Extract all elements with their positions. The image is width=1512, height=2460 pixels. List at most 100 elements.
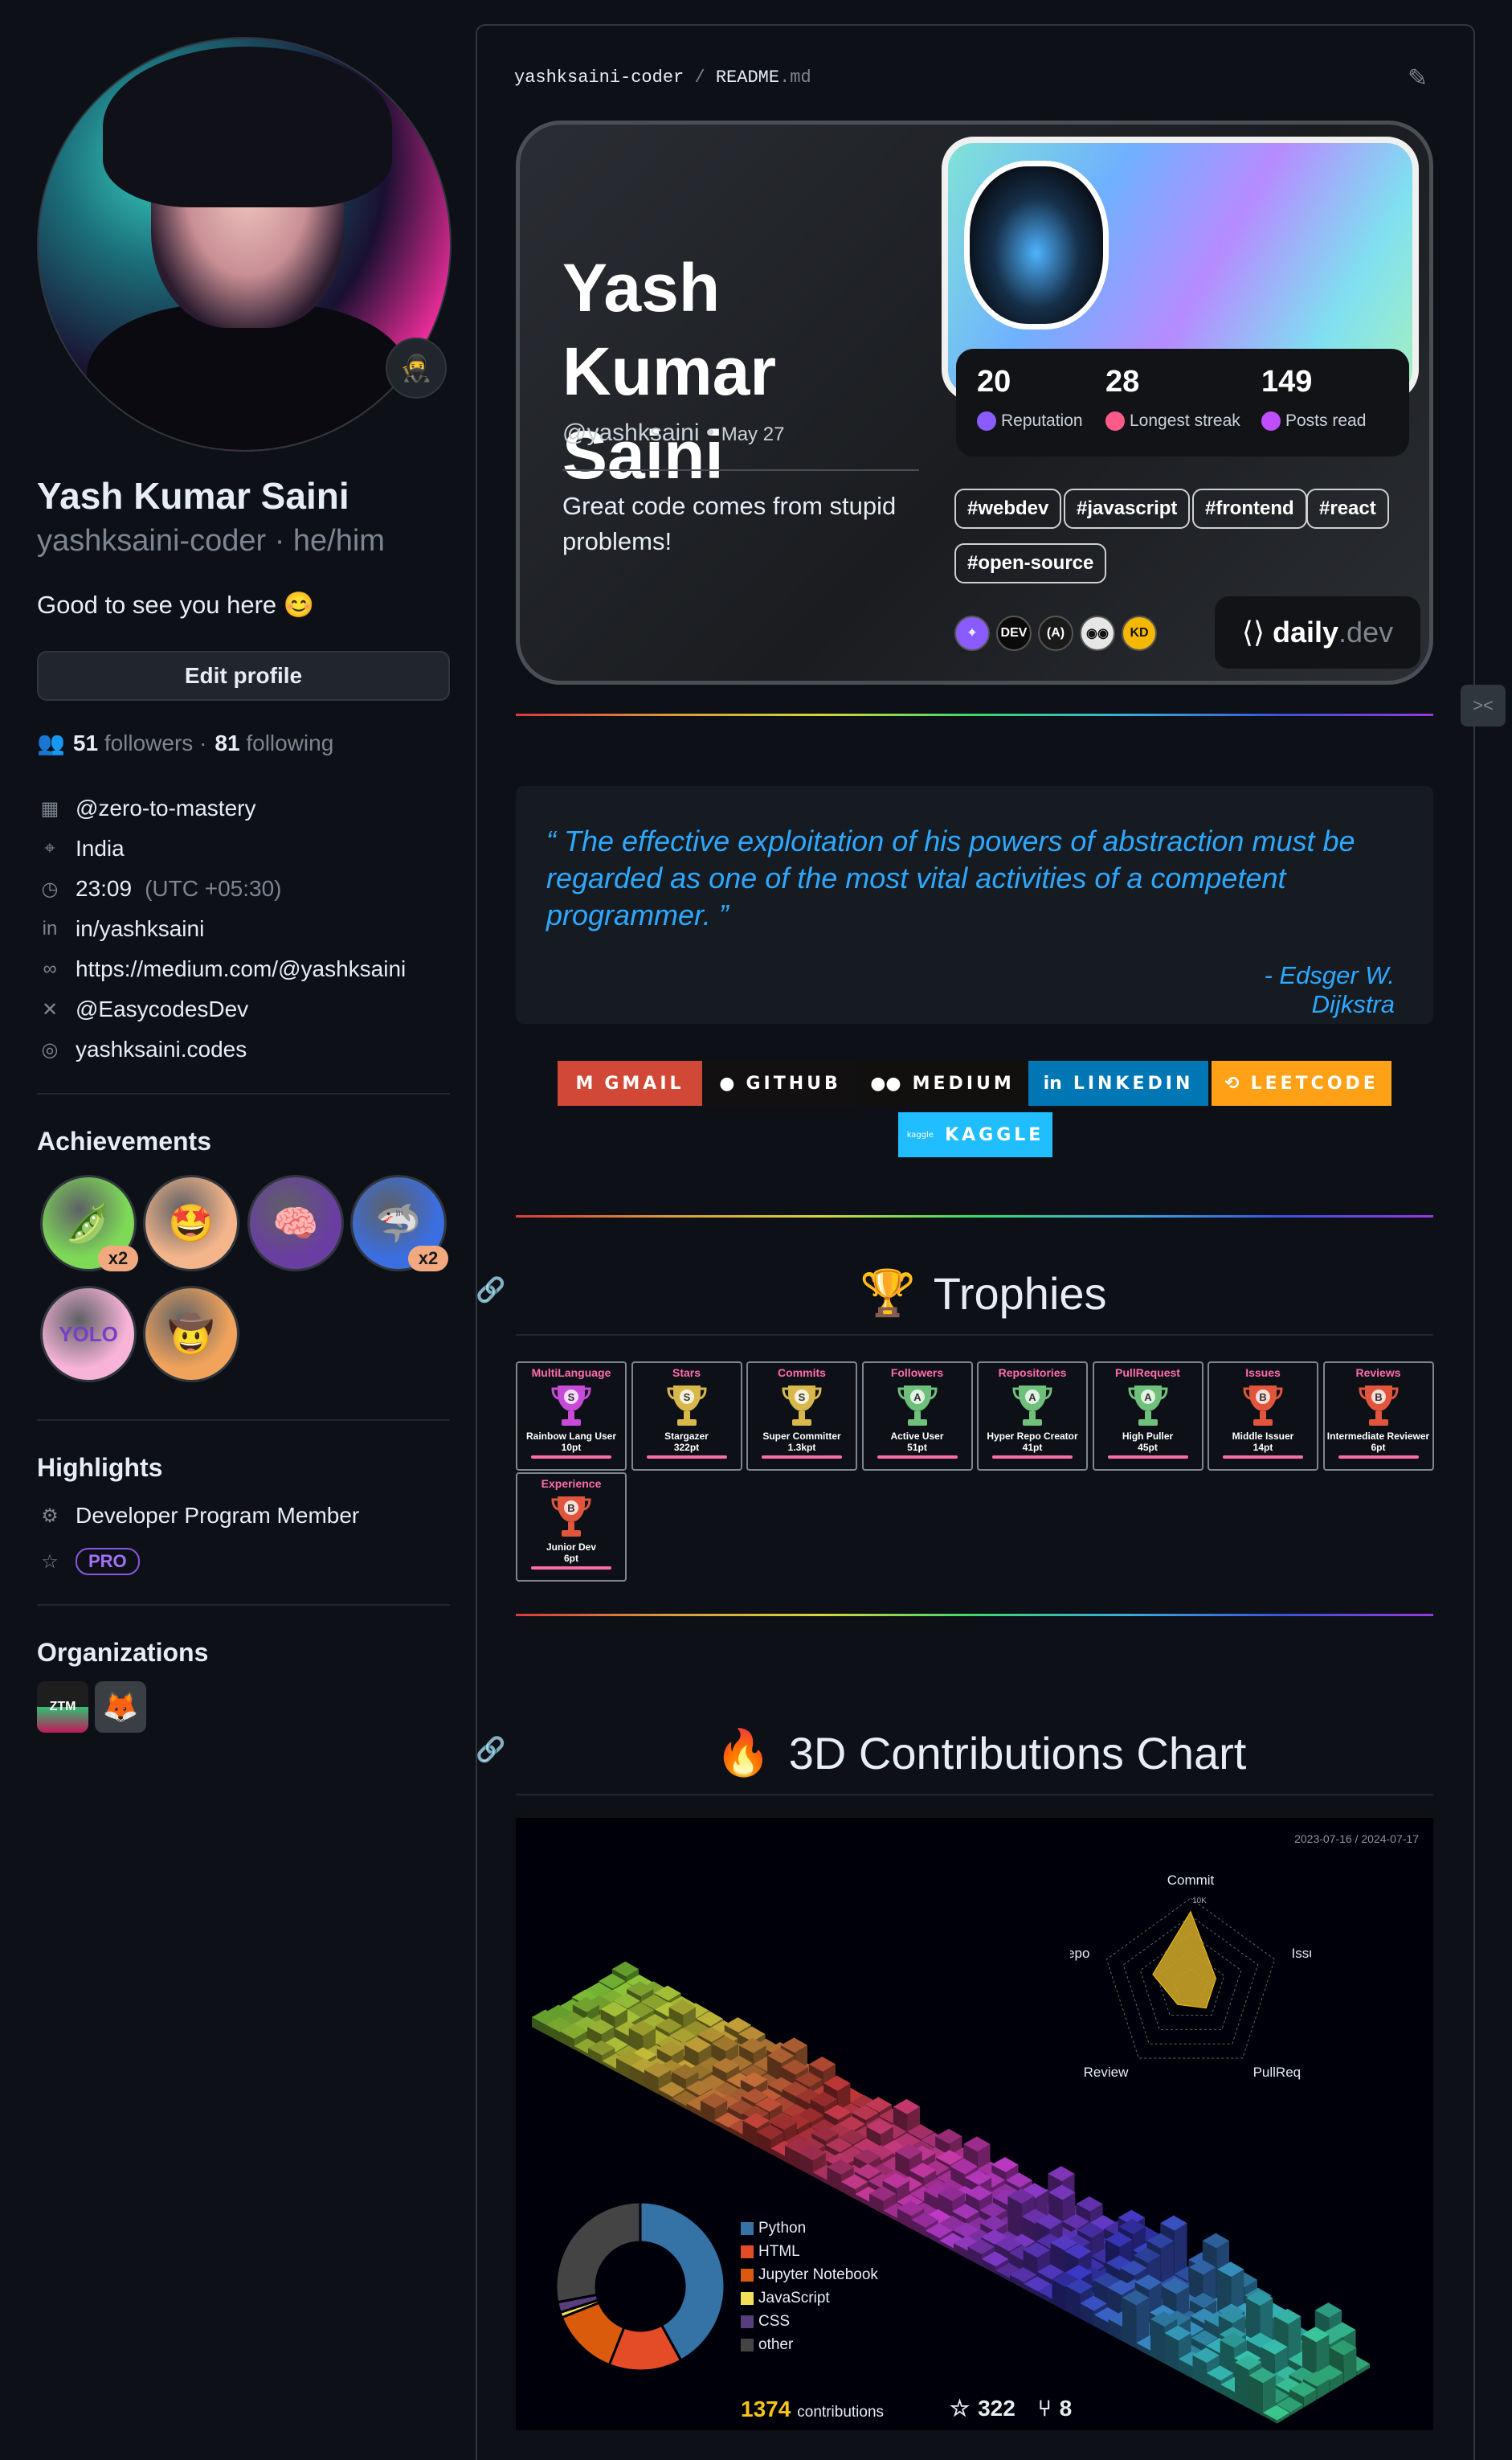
edit-profile-button[interactable]: Edit profile	[37, 651, 450, 701]
stars-forks: ☆ 322 ⑂ 8	[950, 2395, 1072, 2421]
trophy-title: Followers	[890, 1366, 944, 1379]
legend-swatch	[741, 2315, 754, 2328]
trophy-points: 6pt	[1371, 1442, 1386, 1453]
devcard-tag: #webdev	[954, 489, 1062, 529]
trophy-card[interactable]: Experience B Junior Dev 6pt	[516, 1472, 627, 1582]
github-icon: ●	[719, 1073, 735, 1094]
trophy-name: Junior Dev	[546, 1541, 596, 1553]
achievements-title[interactable]: Achievements	[37, 1127, 211, 1156]
trophy-title: MultiLanguage	[531, 1366, 611, 1379]
profile-detail-x[interactable]: ✕ @EasycodesDev	[37, 997, 248, 1022]
highlights-title: Highlights	[37, 1453, 163, 1482]
profile-name: Yash Kumar Saini	[37, 475, 349, 517]
profile-avatar[interactable]	[37, 37, 452, 452]
starstruck-badge[interactable]: 🤩	[143, 1175, 239, 1271]
devcard-bio: Great code comes from stupid problems!	[562, 492, 897, 555]
github-badge-link[interactable]: ● GITHUB	[704, 1061, 856, 1106]
social-label: KAGGLE	[945, 1124, 1044, 1145]
timezone-text: (UTC +05:30)	[145, 876, 282, 901]
galaxy-brain-badge[interactable]: 🧠	[247, 1175, 344, 1271]
badge-glyph: YOLO	[59, 1321, 118, 1346]
profile-detail-organization[interactable]: ▦ @zero-to-mastery	[37, 796, 256, 821]
trophy-name: Hyper Repo Creator	[987, 1431, 1078, 1442]
linkedin-badge-link[interactable]: in LINKEDIN	[1028, 1061, 1208, 1106]
stat-label: Posts read	[1261, 411, 1366, 431]
legend-label: HTML	[758, 2242, 800, 2260]
heading-rule	[516, 1794, 1433, 1795]
developer-program-item[interactable]: ⚙ Developer Program Member	[37, 1503, 359, 1529]
profile-detail-link[interactable]: ∞ https://medium.com/@yashksaini	[37, 956, 406, 982]
trophy-name: Intermediate Reviewer	[1326, 1431, 1430, 1442]
trophy-points: 51pt	[907, 1442, 927, 1453]
leetcode-badge-link[interactable]: ⟲ LEETCODE	[1212, 1061, 1391, 1106]
radar-axis-label: Review	[1084, 2065, 1129, 2080]
legend-label: Python	[758, 2219, 807, 2237]
trophy-card[interactable]: Reviews B Intermediate Reviewer 6pt	[1322, 1361, 1434, 1471]
radar-series	[1152, 1910, 1216, 2009]
legend-item: JavaScript	[741, 2286, 878, 2310]
trophy-card[interactable]: Repositories A Hyper Repo Creator 41pt	[977, 1361, 1088, 1471]
legend-item: other	[741, 2333, 878, 2356]
trophies-title: Trophies	[933, 1267, 1107, 1319]
legend-item: Python	[741, 2216, 878, 2240]
anchor-link-icon[interactable]: 🔗	[476, 1736, 505, 1764]
kaggle-badge-link[interactable]: kaggle KAGGLE	[898, 1112, 1052, 1157]
path-file: README	[715, 68, 780, 88]
trophy-title: Stars	[672, 1366, 701, 1379]
following-link[interactable]: 81 following	[215, 731, 333, 756]
profile-detail-text: 23:09	[76, 876, 133, 901]
trophy-card[interactable]: Commits S Super Committer 1.3kpt	[746, 1361, 857, 1471]
rainbow-divider	[516, 1215, 1433, 1218]
radar-axis-label: Commit	[1167, 1873, 1215, 1888]
trophy-card[interactable]: MultiLanguage S Rainbow Lang User 10pt	[516, 1361, 627, 1471]
trophy-card[interactable]: Stars S Stargazer 322pt	[631, 1361, 742, 1471]
fire-icon: 🔥	[715, 1727, 771, 1778]
status-emoji-button[interactable]: 🥷	[386, 338, 447, 399]
profile-detail-location[interactable]: ⌖ India	[37, 836, 125, 862]
anchor-link-icon[interactable]: 🔗	[476, 1276, 505, 1304]
trophy-points: 10pt	[561, 1442, 582, 1453]
instagram-icon: ◎	[41, 1038, 59, 1061]
heading-rule	[516, 1334, 1433, 1336]
devcard-name: Yash Kumar Saini	[562, 250, 777, 493]
legend-swatch	[741, 2338, 754, 2352]
followers-link[interactable]: 51 followers ·	[73, 731, 207, 756]
badge-glyph: 🦈	[375, 1201, 422, 1244]
trophy-card[interactable]: Issues B Middle Issuer 14pt	[1208, 1361, 1318, 1471]
social-label: MEDIUM	[912, 1073, 1015, 1094]
devcard-tag: #open-source	[954, 543, 1107, 583]
trophy-card[interactable]: PullRequest A High Puller 45pt	[1092, 1361, 1203, 1471]
path-user-link[interactable]: yashksaini-coder	[514, 68, 684, 88]
profile-detail-text: @zero-to-mastery	[76, 796, 256, 821]
badge-count: x2	[408, 1246, 448, 1271]
stat-value: 20	[977, 365, 1011, 399]
trophy-rank: A	[913, 1391, 922, 1403]
leetcode-icon: ⟲	[1224, 1073, 1240, 1094]
edit-readme-pencil-icon[interactable]: ✎	[1408, 64, 1428, 92]
pro-item: ☆ PRO	[37, 1548, 140, 1575]
badge-glyph: 🤩	[168, 1201, 215, 1244]
profile-detail-text: India	[76, 836, 125, 861]
quickdraw-badge[interactable]: 🤠	[143, 1286, 239, 1382]
gmail-icon: M	[575, 1073, 594, 1094]
medium-badge-link[interactable]: ●● MEDIUM	[858, 1061, 1027, 1106]
fox-org-avatar[interactable]: 🦊	[95, 1681, 146, 1733]
profile-detail-linkedin[interactable]: in in/yashksaini	[37, 916, 205, 942]
profile-detail-instagram[interactable]: ◎ yashksaini.codes	[37, 1037, 247, 1062]
devcard-stats: 20 Reputation 28 Longest streak 149 Posts rea…	[956, 349, 1409, 456]
yolo-badge[interactable]: YOLO	[40, 1286, 137, 1382]
trophy-points: 1.3kpt	[787, 1442, 816, 1453]
trophy-rank: A	[1028, 1391, 1036, 1403]
gmail-badge-link[interactable]: M GMAIL	[558, 1061, 702, 1106]
readme-path: yashksaini-coder / README.md	[514, 68, 811, 88]
trophy-icon: 🏆	[860, 1267, 916, 1318]
trophy-cup-icon: B	[1243, 1386, 1283, 1426]
trophy-card[interactable]: Followers A Active User 51pt	[861, 1361, 973, 1471]
profile-sidebar: 🥷 Yash Kumar Saini yashksaini-coder · he…	[0, 0, 476, 2460]
ztm-org-avatar[interactable]: ZTM	[37, 1681, 88, 1733]
profile-detail-clock[interactable]: ◷ 23:09 (UTC +05:30)	[37, 876, 282, 902]
donut-slice-other	[554, 2200, 642, 2304]
image-overlay-toggle-icon[interactable]: ><	[1461, 685, 1506, 727]
badge-glyph: 🧠	[272, 1201, 319, 1244]
star-icon: ☆	[950, 2396, 971, 2421]
